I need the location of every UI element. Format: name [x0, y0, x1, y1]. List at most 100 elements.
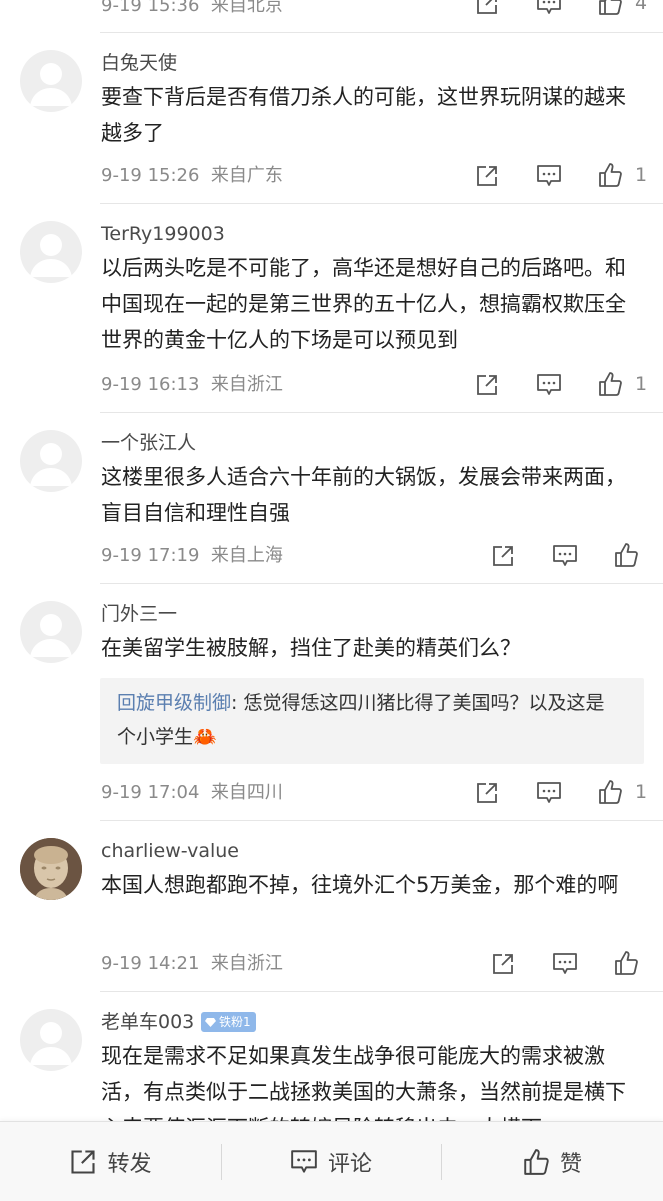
comment-icon — [553, 953, 577, 974]
repost-button[interactable]: 转发 — [0, 1122, 221, 1201]
reply-text: 回旋甲级制御: 恁觉得恁这四川猪比得了美国吗？以及这是个小学生🦀 — [117, 686, 617, 754]
default-avatar-icon — [30, 443, 72, 486]
reply-username[interactable]: 回旋甲级制御 — [117, 692, 231, 714]
comment-meta: 9-19 16:13 来自浙江 — [101, 373, 283, 397]
like-button[interactable]: 1 — [597, 371, 647, 397]
like-count: 1 — [635, 781, 648, 803]
like-button[interactable] — [613, 542, 639, 568]
like-count: 1 — [635, 164, 648, 186]
comment-icon — [537, 0, 561, 14]
comment-icon — [291, 1149, 317, 1173]
share-button[interactable] — [475, 0, 499, 16]
like-button[interactable]: 4 — [597, 0, 647, 16]
comment-time: 9-19 17:04 — [101, 782, 200, 803]
diamond-icon — [205, 1017, 216, 1027]
comment-label: 评论 — [327, 1151, 372, 1177]
divider — [100, 203, 663, 204]
crab-emoji: 🦀 — [193, 726, 217, 748]
like-button[interactable]: 1 — [597, 779, 647, 805]
share-icon — [493, 954, 513, 974]
comment-location: 来自北京 — [210, 0, 283, 16]
username[interactable]: 一个张江人 — [101, 431, 196, 455]
avatar[interactable] — [20, 50, 82, 112]
bottom-action-bar: 转发 评论 赞 — [0, 1121, 663, 1201]
thumbs-up-icon — [524, 1148, 549, 1175]
divider — [100, 991, 663, 992]
comment-button[interactable] — [552, 952, 578, 976]
badge-label: 铁粉1 — [219, 1015, 251, 1029]
comment-icon — [537, 782, 561, 803]
share-icon — [477, 783, 497, 803]
comment-icon — [553, 545, 577, 566]
repost-label: 转发 — [107, 1151, 152, 1177]
avatar[interactable] — [20, 838, 82, 900]
comment-button[interactable] — [552, 544, 578, 568]
default-avatar-icon — [30, 234, 72, 277]
share-icon — [71, 1149, 96, 1174]
username[interactable]: 门外三一 — [101, 602, 177, 626]
divider — [100, 820, 663, 821]
comment-location: 来自浙江 — [210, 374, 283, 395]
comment-button[interactable] — [536, 164, 562, 188]
comment-feed: 9-19 15:36 来自北京 4 白兔天使 要查下背后是否有借刀杀人的可能，这… — [0, 0, 663, 1200]
comment-text: 以后两头吃是不可能了，高华还是想好自己的后路吧。和中国现在一起的是第三世界的五十… — [101, 256, 626, 352]
like-button[interactable] — [613, 950, 639, 976]
username[interactable]: TerRy199003 — [101, 222, 225, 246]
comment-text: 在美留学生被肢解，挡住了赴美的精英们么？ — [101, 636, 521, 660]
comment-time: 9-19 17:19 — [101, 545, 200, 566]
avatar[interactable] — [20, 601, 82, 663]
like-count: 1 — [635, 373, 648, 395]
share-button[interactable] — [491, 544, 515, 568]
default-avatar-icon — [30, 63, 72, 106]
comment-meta: 9-19 17:19 来自上海 — [101, 544, 283, 568]
share-icon — [477, 375, 497, 395]
share-icon — [493, 546, 513, 566]
comment-location: 来自四川 — [210, 782, 283, 803]
like-button[interactable]: 1 — [597, 162, 647, 188]
comment-text: 本国人想跑都跑不掉，往境外汇个5万美金，那个难的啊 — [101, 873, 619, 897]
default-avatar-icon — [30, 1022, 72, 1065]
comment-bar-button[interactable]: 评论 — [221, 1122, 441, 1201]
comment-icon — [537, 374, 561, 395]
share-icon — [477, 0, 497, 14]
reply-box[interactable]: 回旋甲级制御: 恁觉得恁这四川猪比得了美国吗？以及这是个小学生🦀 — [100, 678, 644, 764]
comment-text: 这楼里很多人适合六十年前的大锅饭，发展会带来两面，盲目自信和理性自强 — [101, 465, 626, 525]
thumbs-up-icon — [599, 0, 622, 15]
share-button[interactable] — [475, 164, 499, 188]
comment-button[interactable] — [536, 0, 562, 16]
thumbs-up-icon — [615, 951, 638, 975]
username[interactable]: 白兔天使 — [101, 51, 177, 75]
comment-location: 来自上海 — [210, 545, 283, 566]
share-button[interactable] — [475, 373, 499, 397]
share-button[interactable] — [491, 952, 515, 976]
username[interactable]: 老单车003 — [101, 1010, 194, 1034]
comment-button[interactable] — [536, 373, 562, 397]
thumbs-up-icon — [599, 780, 622, 804]
comment-meta: 9-19 17:04 来自四川 — [101, 781, 283, 805]
avatar[interactable] — [20, 430, 82, 492]
like-count: 4 — [635, 0, 648, 14]
comment-icon — [537, 165, 561, 186]
divider — [100, 583, 663, 584]
comment-time: 9-19 15:26 — [101, 165, 200, 186]
like-bar-button[interactable]: 赞 — [441, 1122, 663, 1201]
avatar[interactable] — [20, 221, 82, 283]
default-avatar-icon — [30, 614, 72, 657]
share-icon — [477, 166, 497, 186]
avatar[interactable] — [20, 1009, 82, 1071]
comment-location: 来自浙江 — [210, 953, 283, 974]
divider — [100, 32, 663, 33]
comment-time: 9-19 14:21 — [101, 953, 200, 974]
share-button[interactable] — [475, 781, 499, 805]
like-label: 赞 — [559, 1151, 582, 1177]
comment-time: 9-19 15:36 — [101, 0, 200, 16]
comment-meta: 9-19 14:21 来自浙江 — [101, 952, 283, 976]
comment-time: 9-19 16:13 — [101, 374, 200, 395]
comment-meta: 9-19 15:36 来自北京 — [101, 0, 283, 18]
comment-location: 来自广东 — [210, 165, 283, 186]
fan-badge[interactable]: 铁粉1 — [201, 1012, 256, 1032]
thumbs-up-icon — [599, 163, 622, 187]
username[interactable]: charliew-value — [101, 839, 239, 863]
thumbs-up-icon — [615, 543, 638, 567]
comment-button[interactable] — [536, 781, 562, 805]
